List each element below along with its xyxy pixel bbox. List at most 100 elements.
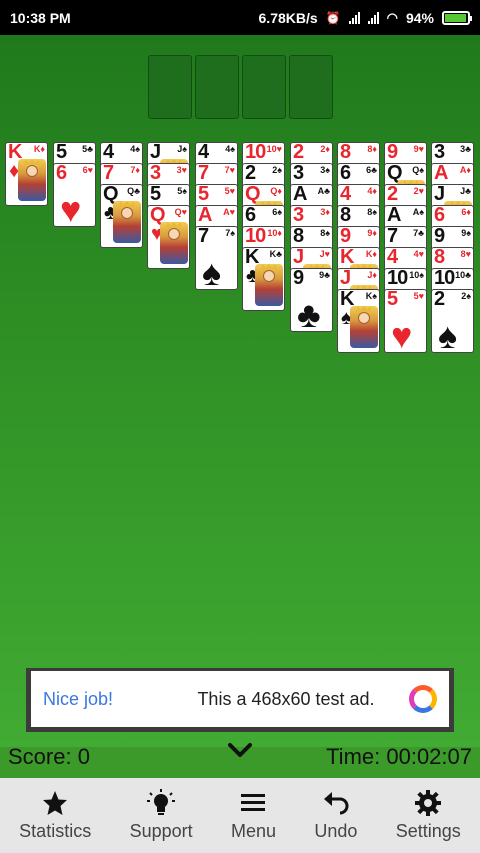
card-corner-index: 10♥ [266, 144, 282, 154]
card-rank: 6 [245, 205, 256, 226]
foundation-3[interactable] [242, 55, 286, 119]
card-corner-index: 7♠ [225, 228, 235, 238]
battery-charging-icon [442, 10, 472, 25]
nav-support[interactable]: Support [130, 789, 193, 842]
card-rank: 3 [434, 142, 445, 163]
foundation-1[interactable] [148, 55, 192, 119]
card-suit-icon: ♠ [438, 315, 458, 353]
card-rank: 8 [340, 205, 351, 226]
score-label: Score: 0 [8, 744, 90, 769]
card-rank: 4 [103, 142, 114, 163]
card-corner-index: 3♦ [320, 207, 330, 217]
card-corner-index: A♥ [223, 207, 235, 217]
card-rank: 8 [340, 142, 351, 163]
card-corner-index: 8♥ [460, 249, 471, 259]
card-corner-index: Q♦ [270, 186, 282, 196]
card-7-♠[interactable]: 7 7♠ ♠ [195, 226, 238, 290]
card-corner-index: 5♥ [224, 186, 235, 196]
foundation-4[interactable] [289, 55, 333, 119]
card-rank: 6 [340, 163, 351, 184]
nav-undo[interactable]: Undo [314, 789, 357, 842]
ad-banner[interactable]: Nice job! This a 468x60 test ad. [26, 668, 454, 732]
card-corner-index: 5♥ [413, 291, 424, 301]
card-corner-index: 6♥ [82, 165, 93, 175]
card-corner-index: 9♠ [461, 228, 471, 238]
foundation-2[interactable] [195, 55, 239, 119]
card-rank: 2 [387, 184, 398, 205]
card-corner-index: 3♠ [320, 165, 330, 175]
card-corner-index: K♠ [365, 291, 377, 301]
card-rank: 5 [198, 184, 209, 205]
card-K-♠[interactable]: K K♠ ♠ [337, 289, 380, 353]
card-rank: 6 [56, 163, 67, 184]
card-K-♦[interactable]: KK♦♦ [5, 142, 48, 206]
card-corner-index: 6♦ [461, 207, 471, 217]
card-rank: 4 [340, 184, 351, 205]
card-rank: 5 [387, 289, 398, 310]
card-rank: 4 [387, 247, 398, 268]
card-rank: 8 [434, 247, 445, 268]
card-rank: 10 [387, 268, 408, 289]
card-corner-index: 6♣ [366, 165, 377, 175]
card-K-♣[interactable]: K K♣ ♣ [242, 247, 285, 311]
nav-support-label: Support [129, 821, 193, 841]
card-corner-index: J♥ [319, 249, 330, 259]
card-Q-♣[interactable]: Q Q♣ ♣ [100, 184, 143, 248]
network-speed: 6.78KB/s [258, 9, 318, 26]
card-2-♠[interactable]: 2 2♠ ♠ [431, 289, 474, 353]
card-corner-index: K♦ [33, 144, 45, 154]
ad-choices-icon[interactable] [409, 685, 437, 713]
card-Q-♥[interactable]: Q Q♥ ♥ [147, 205, 190, 269]
card-corner-index: 7♥ [224, 165, 235, 175]
card-suit-icon: ♠ [202, 252, 222, 290]
card-corner-index: A♠ [412, 207, 424, 217]
card-corner-index: 10♦ [267, 228, 282, 238]
card-rank: A [434, 163, 448, 184]
card-rank: 8 [293, 226, 304, 247]
card-corner-index: A♣ [317, 186, 330, 196]
timer-label: Time: 00:02:07 [326, 744, 472, 769]
card-9-♣[interactable]: 9 9♣ ♣ [290, 268, 333, 332]
card-corner-index: 9♣ [319, 270, 330, 280]
card-rank: 10 [245, 142, 266, 163]
card-suit-icon: ♥ [391, 315, 413, 353]
card-rank: 7 [103, 163, 114, 184]
game-table: KK♦♦55♣66♥♥44♠77♦QQ♣♣JJ♠♠33♥55♠QQ♥♥44♠77… [0, 35, 480, 747]
card-corner-index: K♦ [365, 249, 377, 259]
card-corner-index: Q♣ [127, 186, 140, 196]
card-corner-index: A♦ [459, 165, 471, 175]
nav-undo-label: Undo [314, 821, 358, 841]
card-rank: 9 [340, 226, 351, 247]
battery-percent: 94% [405, 9, 434, 26]
nav-settings[interactable]: Settings [396, 789, 461, 842]
card-corner-index: 3♣ [460, 144, 471, 154]
nav-menu[interactable]: Menu [231, 789, 276, 842]
face-card-portrait [18, 159, 46, 201]
card-rank: 10 [434, 268, 455, 289]
chevron-down-icon[interactable] [227, 740, 253, 760]
signal-icon [348, 11, 360, 24]
card-corner-index: 8♠ [367, 207, 377, 217]
card-rank: 7 [387, 226, 398, 247]
card-corner-index: J♠ [177, 144, 187, 154]
card-corner-index: 5♣ [82, 144, 93, 154]
ad-text[interactable]: This a 468x60 test ad. [163, 689, 409, 710]
card-6-♥[interactable]: 6 6♥ ♥ [53, 163, 96, 227]
card-rank: A [387, 205, 401, 226]
card-rank: 5 [56, 142, 67, 163]
card-rank: 7 [198, 226, 209, 247]
card-corner-index: 2♠ [461, 291, 471, 301]
card-rank: 9 [387, 142, 398, 163]
card-corner-index: 4♠ [225, 144, 235, 154]
card-rank: 2 [293, 142, 304, 163]
face-card-portrait [350, 306, 378, 348]
card-corner-index: 5♠ [177, 186, 187, 196]
status-time: 10:38 PM [10, 9, 71, 26]
card-5-♥[interactable]: 5 5♥ ♥ [384, 289, 427, 353]
card-corner-index: 9♦ [367, 228, 377, 238]
ad-title[interactable]: Nice job! [43, 689, 163, 710]
nav-statistics[interactable]: Statistics [19, 789, 91, 842]
card-corner-index: 8♠ [320, 228, 330, 238]
card-corner-index: Q♥ [174, 207, 187, 217]
card-corner-index: Q♠ [412, 165, 424, 175]
